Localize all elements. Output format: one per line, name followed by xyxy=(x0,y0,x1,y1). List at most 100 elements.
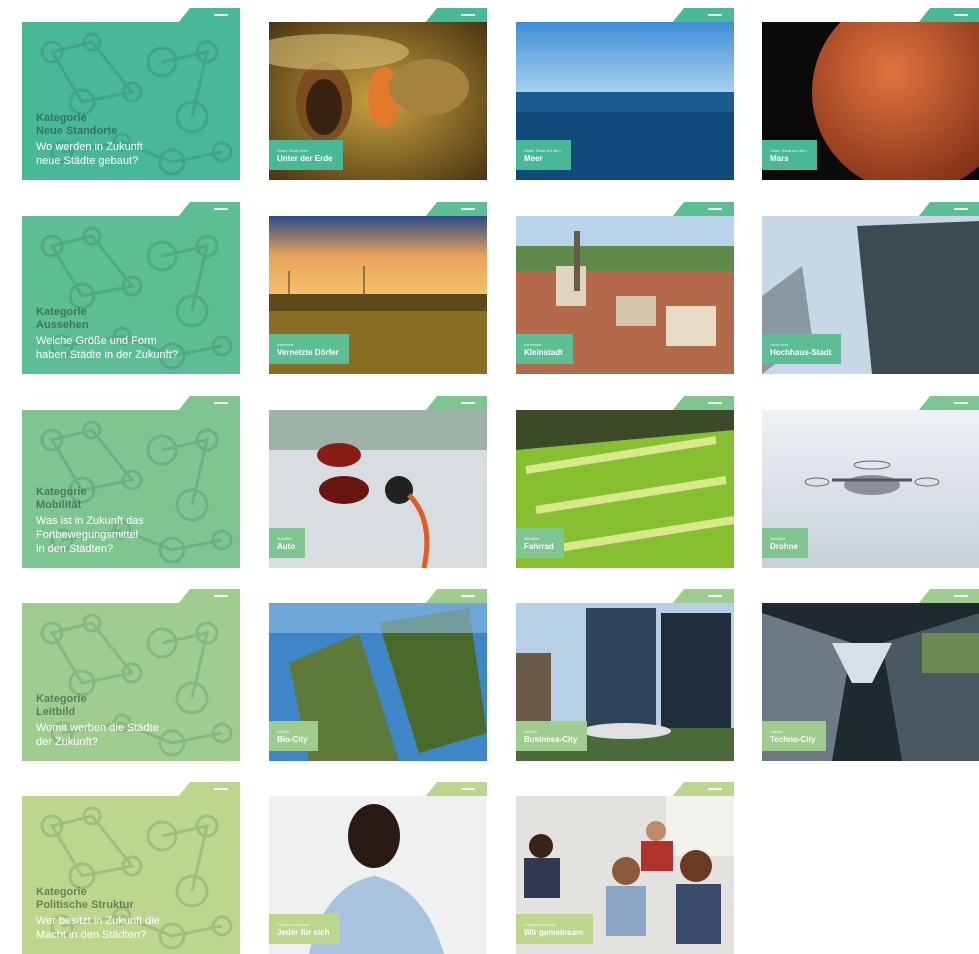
folder-tab xyxy=(178,782,240,797)
option-body: Unser Stadt unter Unter der Erde xyxy=(269,22,487,180)
option-card[interactable]: Leitbild Business-City xyxy=(516,589,734,761)
folder-tab xyxy=(672,8,734,23)
option-badge: Mobilität Drohne xyxy=(762,528,808,558)
option-tag: Kleinstadt xyxy=(524,341,542,347)
option-title: Business-City xyxy=(524,734,578,744)
option-card[interactable]: Mobilität Fahrrad xyxy=(516,396,734,568)
option-body: Politische Struktur Wir gemeinsam xyxy=(516,796,734,954)
folder-tab xyxy=(425,782,487,797)
option-card[interactable]: Vernetzte Vernetzte Dörfer xyxy=(269,202,487,374)
option-card[interactable]: Mobilität Auto xyxy=(269,396,487,568)
tab-dots xyxy=(708,402,722,404)
option-card[interactable]: Politische Struktur Wir gemeinsam xyxy=(516,782,734,954)
category-name: Aussehen xyxy=(36,319,89,331)
option-card[interactable]: Mobilität Drohne xyxy=(762,396,979,568)
category-question: Wer besitzt in Zukunft die Macht in den … xyxy=(36,915,160,941)
option-tag: Politische Struktur xyxy=(524,921,557,927)
folder-tab xyxy=(178,396,240,411)
category-card[interactable]: Kategorie Leitbild Womit werben die Städ… xyxy=(22,589,240,761)
option-card[interactable]: Leitbild Bio-City xyxy=(269,589,487,761)
folder-tab xyxy=(425,589,487,604)
category-question: Wo werden in Zukunft neue Städte gebaut? xyxy=(36,141,143,167)
tab-dots xyxy=(708,14,722,16)
category-question: Womit werben die Städte der Zukunft? xyxy=(36,722,159,748)
category-name: Neue Standorte xyxy=(36,125,118,137)
option-tag: Leitbild xyxy=(524,728,537,734)
tab-dots xyxy=(461,402,475,404)
option-badge: Mobilität Auto xyxy=(269,528,306,558)
tab-dots xyxy=(954,208,968,210)
option-card[interactable]: Politische Struktur Jeder für sich xyxy=(269,782,487,954)
category-card[interactable]: Kategorie Mobilität Was ist in Zukunft d… xyxy=(22,396,240,568)
tab-dots xyxy=(954,595,968,597)
category-body: Kategorie Leitbild Womit werben die Städ… xyxy=(22,603,240,761)
tab-dots xyxy=(461,788,475,790)
folder-tab xyxy=(425,396,487,411)
option-title: Hochhaus-Stadt xyxy=(770,347,832,357)
option-body: Unser Stadt auf dem Mars xyxy=(762,22,979,180)
option-body: Leitbild Techno-City xyxy=(762,603,979,761)
folder-tab xyxy=(672,782,734,797)
category-name: Politische Struktur xyxy=(36,899,134,911)
option-badge: Unser Stadt auf dem Mars xyxy=(762,140,817,170)
option-body: Leitbild Business-City xyxy=(516,603,734,761)
category-question: Was ist in Zukunft das Fortbewegungsmitt… xyxy=(36,515,144,555)
option-title: Wir gemeinsam xyxy=(524,927,584,937)
option-tag: Politische Struktur xyxy=(277,921,310,927)
option-title: Techno-City xyxy=(770,734,816,744)
option-badge: Leitbild Business-City xyxy=(516,721,588,751)
folder-tab xyxy=(178,8,240,23)
folder-tab xyxy=(672,589,734,604)
option-card[interactable]: Unser Stadt unter Unter der Erde xyxy=(269,8,487,180)
category-label: Kategorie xyxy=(36,306,87,318)
category-name: Mobilität xyxy=(36,499,82,511)
option-card[interactable]: Kleinstadt Kleinstadt xyxy=(516,202,734,374)
category-body: Kategorie Mobilität Was ist in Zukunft d… xyxy=(22,410,240,568)
category-card[interactable]: Kategorie Aussehen Welche Größe und Form… xyxy=(22,202,240,374)
category-card[interactable]: Kategorie Neue Standorte Wo werden in Zu… xyxy=(22,8,240,180)
option-title: Drohne xyxy=(770,541,798,551)
folder-tab xyxy=(425,8,487,23)
tab-dots xyxy=(461,14,475,16)
category-body: Kategorie Neue Standorte Wo werden in Zu… xyxy=(22,22,240,180)
tab-dots xyxy=(214,208,228,210)
option-badge: Mobilität Fahrrad xyxy=(516,528,564,558)
option-tag: Unser Stadt unter xyxy=(277,147,309,153)
category-card[interactable]: Kategorie Politische Struktur Wer besitz… xyxy=(22,782,240,954)
category-question: Welche Größe und Form haben Städte in de… xyxy=(36,335,178,361)
category-label: Kategorie xyxy=(36,693,87,705)
option-badge: Politische Struktur Wir gemeinsam xyxy=(516,914,594,944)
folder-tab xyxy=(425,202,487,217)
option-badge: Leitbild Techno-City xyxy=(762,721,826,751)
option-badge: Leitbild Bio-City xyxy=(269,721,318,751)
option-card[interactable]: Unser Stadt auf dem Meer xyxy=(516,8,734,180)
category-body: Kategorie Aussehen Welche Größe und Form… xyxy=(22,216,240,374)
option-title: Mars xyxy=(770,153,789,163)
tab-dots xyxy=(461,595,475,597)
option-title: Vernetzte Dörfer xyxy=(277,347,339,357)
option-body: Mobilität Auto xyxy=(269,410,487,568)
option-title: Meer xyxy=(524,153,543,163)
option-tag: Unser Stadt auf dem xyxy=(770,147,807,153)
category-body: Kategorie Politische Struktur Wer besitz… xyxy=(22,796,240,954)
option-tag: Hochhaus xyxy=(770,341,789,347)
option-title: Auto xyxy=(277,541,296,551)
category-label: Kategorie xyxy=(36,886,87,898)
option-tag: Mobilität xyxy=(277,535,292,541)
tab-dots xyxy=(708,788,722,790)
folder-tab xyxy=(918,396,979,411)
option-title: Unter der Erde xyxy=(277,153,333,163)
option-title: Kleinstadt xyxy=(524,347,563,357)
option-card[interactable]: Hochhaus Hochhaus-Stadt xyxy=(762,202,979,374)
option-tag: Mobilität xyxy=(770,535,785,541)
tab-dots xyxy=(954,402,968,404)
option-tag: Leitbild xyxy=(770,728,783,734)
option-body: Unser Stadt auf dem Meer xyxy=(516,22,734,180)
tab-dots xyxy=(708,208,722,210)
option-card[interactable]: Leitbild Techno-City xyxy=(762,589,979,761)
folder-tab xyxy=(672,396,734,411)
tab-dots xyxy=(461,208,475,210)
option-card[interactable]: Unser Stadt auf dem Mars xyxy=(762,8,979,180)
tab-dots xyxy=(214,788,228,790)
option-body: Mobilität Drohne xyxy=(762,410,979,568)
